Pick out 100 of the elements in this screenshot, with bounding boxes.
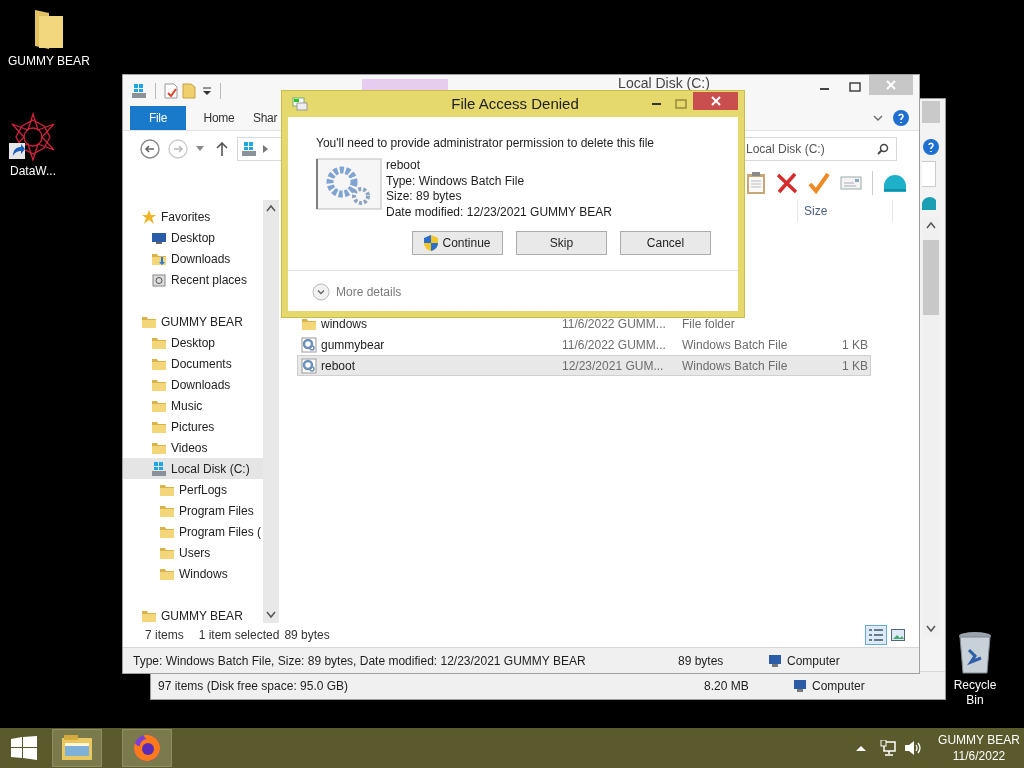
file-date: 11/6/2022 GUMM... [562,315,667,333]
nav-item[interactable]: Pictures [123,416,263,437]
dialog-button[interactable]: Continue [412,231,503,255]
nav-item[interactable]: Favorites [123,206,263,227]
up-arrow-icon [216,141,228,156]
more-details-button[interactable]: More details [312,283,402,301]
ribbon-expand-icon [873,114,883,122]
drive-icon [151,460,167,477]
search-icon [877,142,889,155]
gear-file-icon [301,336,317,353]
shield-icon [424,235,439,251]
details-text: Type: Windows Batch File, Size: 89 bytes, Date modified: 12/23/2021 GUMMY BEAR [133,652,587,670]
dialog-title: File Access Denied [450,93,579,114]
ribbon-tab[interactable]: Home [186,106,252,130]
minimize-icon [652,103,661,105]
nav-item[interactable]: Local Disk (C:) [123,458,263,479]
nav-item[interactable]: PerfLogs [123,479,263,500]
expand-chevron-icon [312,283,330,301]
file-type: Windows Batch File [682,357,789,375]
nav-item[interactable]: Desktop [123,227,263,248]
window-title: Local Disk (C:) [617,76,710,90]
nav-item[interactable]: Downloads [123,374,263,395]
recycle-bin-icon [957,630,993,676]
dialog-button[interactable]: Skip [516,231,607,255]
selection-size: 89 bytes [284,627,330,644]
delete-x-icon [776,172,798,194]
card-icon [840,175,862,191]
file-date: Date modified: 12/23/2021 GUMMY BEAR [386,204,612,220]
column-header[interactable]: Size [797,200,893,222]
network-icon [880,740,896,756]
scroll-down-icon [926,625,936,633]
search-field[interactable] [922,161,936,187]
computer-icon [767,653,783,668]
details-view-icon [869,629,883,641]
checkmark-icon [808,172,830,194]
file-size: 1 KB [842,336,868,354]
nav-item[interactable]: GUMMY BEAR [123,605,263,626]
dialog-button[interactable]: Cancel [620,231,711,255]
thumbnail-view-icon [891,629,905,641]
nav-item[interactable]: GUMMY BEAR [123,311,263,332]
close-button[interactable] [693,92,738,110]
ribbon-tab[interactable]: File [130,106,186,130]
details-view-button[interactable] [865,625,887,645]
nav-item[interactable]: Desktop [123,332,263,353]
nav-item[interactable]: Downloads [123,248,263,269]
selection-count: 1 item selected [198,627,280,644]
status-size: 8.20 MB [704,677,750,695]
breadcrumb-chevron-icon [263,144,268,153]
file-name: gummybear [321,336,385,354]
help-icon [923,139,939,155]
file-type: Type: Windows Batch File [386,173,526,189]
file-transfer-icon [292,97,308,111]
item-count: 7 items [145,627,184,644]
customize-caret-icon [202,85,212,96]
file-row[interactable]: reboot 12/23/2021 GUM... Windows Batch File 1 KB [297,355,871,376]
browser-icon [132,733,162,763]
nav-item[interactable]: Program Files [123,500,263,521]
scroll-thumb[interactable] [923,239,939,315]
file-explorer-icon [61,734,93,762]
file-date: 12/23/2021 GUM... [562,357,665,375]
file-name: reboot [386,158,422,174]
taskbar-app-button[interactable] [122,729,172,767]
star-icon [141,208,157,225]
ribbon-tab[interactable]: Shar [252,106,279,130]
windows-logo-icon [11,736,37,760]
dialog-message: You'll need to provide administrator permission to delete this file [316,135,656,152]
file-name: reboot [321,357,356,375]
maximize-icon [675,98,687,110]
nav-item[interactable]: Documents [123,353,263,374]
file-type: File folder [682,315,736,333]
new-folder-icon [182,82,196,99]
file-row[interactable]: gummybear 11/6/2022 GUMM... Windows Batch File 1 KB [297,334,871,355]
recent-caret-icon [196,145,204,152]
scrollbar[interactable] [263,200,279,623]
desktop-icon-label[interactable]: DataW... [10,164,56,179]
desktop-icon-label[interactable]: GUMMY BEAR [8,54,90,69]
scroll-up-icon [926,221,936,229]
details-location: Computer [787,652,840,670]
recent-places-icon [151,271,167,288]
nav-item[interactable]: Videos [123,437,263,458]
scroll-up-icon [266,204,276,212]
taskbar-app-button[interactable] [52,729,102,767]
details-size: 89 bytes [678,652,725,670]
forward-icon [168,138,188,159]
file-name: windows [321,315,368,333]
volume-icon [904,740,922,756]
status-text: 97 items (Disk free space: 95.0 GB) [158,677,350,695]
nav-item[interactable]: Program Files ( [123,521,263,542]
shell-icon [883,172,907,194]
nav-item[interactable]: Users [123,542,263,563]
gear-file-icon [316,158,382,210]
nav-item[interactable]: Music [123,395,263,416]
close-icon [710,96,721,106]
nav-item[interactable]: Recent places [123,269,263,290]
clipboard-icon [746,171,766,195]
gear-file-icon [301,357,317,374]
desktop-icon-label[interactable]: Recycle Bin [950,678,1000,708]
file-type: Windows Batch File [682,336,789,354]
clock-user: GUMMY BEAR [938,732,1020,748]
nav-item[interactable]: Windows [123,563,263,584]
